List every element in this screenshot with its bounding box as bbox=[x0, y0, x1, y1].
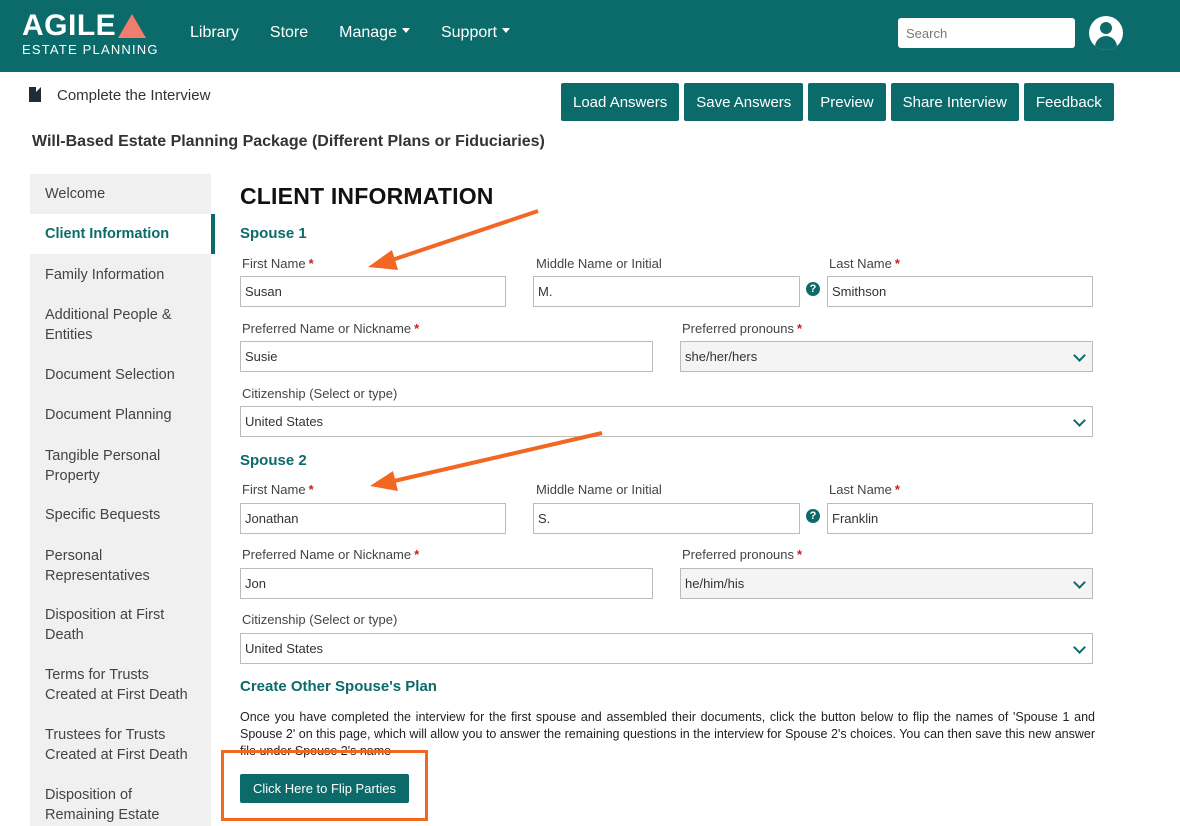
spouse1-middle-name-field[interactable]: M. bbox=[533, 276, 800, 307]
sidebar-item-client-information[interactable]: Client Information bbox=[30, 214, 215, 254]
annotation-arrow-icon bbox=[368, 209, 539, 270]
spouse1-first-name-field[interactable]: Susan bbox=[240, 276, 506, 307]
page-subtitle: Complete the Interview bbox=[57, 87, 211, 104]
action-toolbar: Load Answers Save Answers Preview Share … bbox=[561, 83, 1114, 121]
chevron-down-icon bbox=[1073, 641, 1086, 654]
spouse2-middle-name-label: Middle Name or Initial bbox=[536, 482, 662, 497]
caret-down-icon bbox=[502, 27, 511, 33]
sidebar-item-trustees-first-death[interactable]: Trustees for Trusts Created at First Dea… bbox=[30, 725, 211, 765]
spouse1-last-name-field[interactable]: Smithson bbox=[827, 276, 1093, 307]
spouse1-heading: Spouse 1 bbox=[240, 225, 307, 242]
chevron-down-icon bbox=[1073, 414, 1086, 427]
package-title: Will-Based Estate Planning Package (Diff… bbox=[32, 133, 545, 150]
spouse1-first-name-label: First Name * bbox=[242, 256, 314, 271]
caret-down-icon bbox=[401, 27, 410, 33]
sidebar-item-specific-bequests[interactable]: Specific Bequests bbox=[30, 505, 211, 525]
chevron-down-icon bbox=[1073, 349, 1086, 362]
spouse1-last-name-label: Last Name * bbox=[829, 256, 900, 271]
save-answers-button[interactable]: Save Answers bbox=[684, 83, 804, 121]
nav-manage[interactable]: Manage bbox=[339, 24, 410, 42]
annotation-highlight-box bbox=[221, 750, 428, 821]
spouse2-middle-name-field[interactable]: S. bbox=[533, 503, 800, 534]
spouse2-last-name-field[interactable]: Franklin bbox=[827, 503, 1093, 534]
search-input[interactable] bbox=[898, 18, 1075, 48]
spouse1-middle-name-label: Middle Name or Initial bbox=[536, 256, 662, 271]
spouse1-pronouns-label: Preferred pronouns * bbox=[682, 321, 803, 336]
help-icon[interactable]: ? bbox=[806, 509, 820, 523]
other-plan-heading: Create Other Spouse's Plan bbox=[240, 678, 437, 695]
logo-subtext: ESTATE PLANNING bbox=[22, 42, 159, 57]
spouse1-preferred-name-label: Preferred Name or Nickname * bbox=[242, 321, 420, 336]
spouse2-citizenship-label: Citizenship (Select or type) bbox=[242, 612, 398, 627]
chevron-down-icon bbox=[1073, 576, 1086, 589]
sidebar-item-document-planning[interactable]: Document Planning bbox=[30, 405, 211, 425]
spouse2-pronouns-label: Preferred pronouns * bbox=[682, 547, 803, 562]
spouse1-preferred-name-field[interactable]: Susie bbox=[240, 341, 653, 372]
nav-store[interactable]: Store bbox=[270, 24, 308, 42]
sidebar-item-additional-people[interactable]: Additional People & Entities bbox=[30, 305, 211, 345]
preview-button[interactable]: Preview bbox=[808, 83, 886, 121]
spouse2-first-name-label: First Name * bbox=[242, 482, 314, 497]
sidebar-item-welcome[interactable]: Welcome bbox=[30, 184, 211, 204]
spouse2-first-name-field[interactable]: Jonathan bbox=[240, 503, 506, 534]
help-icon[interactable]: ? bbox=[806, 282, 820, 296]
brand-logo[interactable]: AGILE ESTATE PLANNING bbox=[22, 9, 159, 58]
interview-sidebar: Welcome Client Information Family Inform… bbox=[30, 174, 215, 826]
sidebar-item-document-selection[interactable]: Document Selection bbox=[30, 365, 211, 385]
spouse2-last-name-label: Last Name * bbox=[829, 482, 900, 497]
sidebar-item-disposition-first-death[interactable]: Disposition at First Death bbox=[30, 605, 211, 645]
spouse2-citizenship-select[interactable]: United States bbox=[240, 633, 1093, 664]
sidebar-item-tangible-personal-property[interactable]: Tangible Personal Property bbox=[30, 446, 211, 486]
top-navbar: AGILE ESTATE PLANNING Library Store Mana… bbox=[0, 0, 1180, 72]
logo-text: AGILE bbox=[22, 9, 117, 42]
spouse2-pronouns-select[interactable]: he/him/his bbox=[680, 568, 1093, 599]
nav-library[interactable]: Library bbox=[190, 24, 239, 42]
feedback-button[interactable]: Feedback bbox=[1023, 83, 1114, 121]
sidebar-item-family-information[interactable]: Family Information bbox=[30, 265, 211, 285]
document-icon bbox=[29, 87, 41, 102]
load-answers-button[interactable]: Load Answers bbox=[561, 83, 680, 121]
user-avatar-icon[interactable] bbox=[1089, 16, 1123, 50]
share-interview-button[interactable]: Share Interview bbox=[890, 83, 1019, 121]
nav-support[interactable]: Support bbox=[441, 24, 511, 42]
spouse1-pronouns-select[interactable]: she/her/hers bbox=[680, 341, 1093, 372]
sidebar-item-terms-trusts-first-death[interactable]: Terms for Trusts Created at First Death bbox=[30, 665, 211, 705]
sidebar-item-personal-representatives[interactable]: Personal Representatives bbox=[30, 546, 211, 586]
main-nav: Library Store Manage Support bbox=[190, 24, 511, 42]
page-title: CLIENT INFORMATION bbox=[240, 183, 494, 209]
spouse1-citizenship-select[interactable]: United States bbox=[240, 406, 1093, 437]
sidebar-item-disposition-remaining-estate[interactable]: Disposition of Remaining Estate bbox=[30, 785, 211, 825]
spouse2-preferred-name-field[interactable]: Jon bbox=[240, 568, 653, 599]
spouse1-citizenship-label: Citizenship (Select or type) bbox=[242, 386, 398, 401]
logo-triangle-icon bbox=[118, 14, 147, 38]
spouse2-heading: Spouse 2 bbox=[240, 452, 307, 469]
spouse2-preferred-name-label: Preferred Name or Nickname * bbox=[242, 547, 420, 562]
